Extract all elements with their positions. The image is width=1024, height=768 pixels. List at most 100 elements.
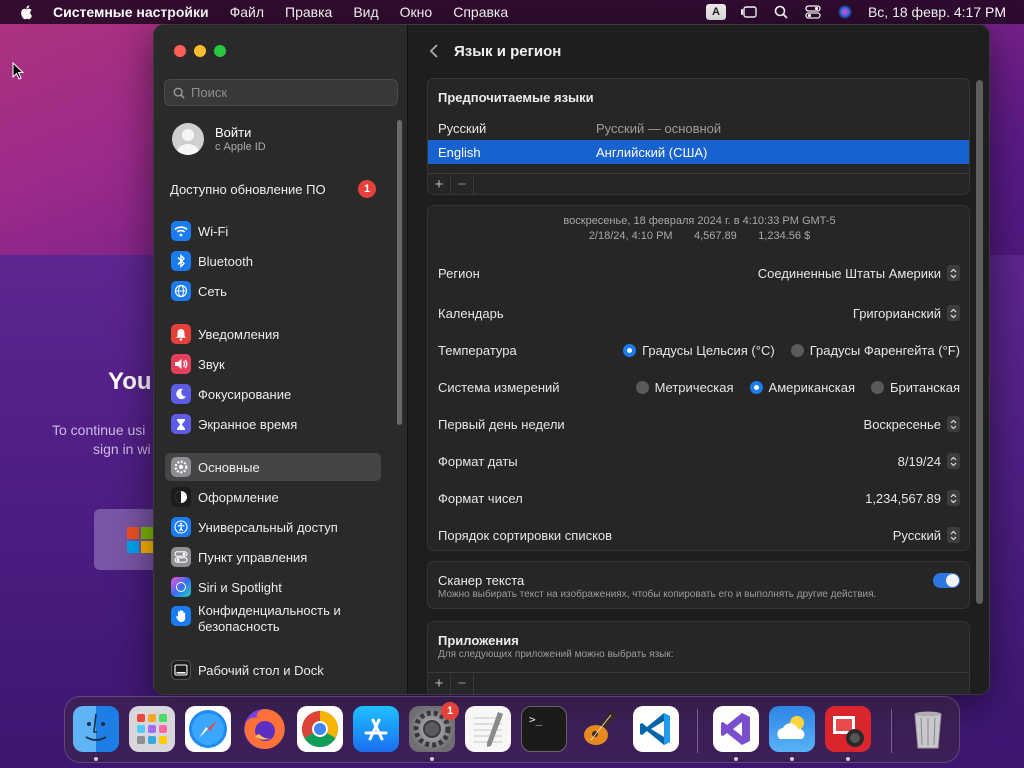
temperature-fahrenheit-radio[interactable]: Градусы Фаренгейта (°F) bbox=[790, 342, 960, 358]
bell-icon bbox=[171, 324, 191, 344]
input-source-indicator[interactable]: A bbox=[705, 4, 726, 20]
list-sort-popup[interactable]: Русский bbox=[893, 527, 960, 543]
measurement-metric-radio[interactable]: Метрическая bbox=[635, 380, 734, 395]
region-popup[interactable]: Соединенные Штаты Америки bbox=[758, 265, 960, 281]
search-icon bbox=[173, 87, 185, 99]
popup-chevron-icon bbox=[947, 527, 960, 543]
terminal-icon[interactable]: >_ bbox=[521, 706, 567, 752]
temperature-celsius-radio[interactable]: Градусы Цельсия (°C) bbox=[623, 343, 775, 358]
menu-app-name[interactable]: Системные настройки bbox=[53, 4, 209, 20]
chrome-icon[interactable] bbox=[297, 706, 343, 752]
sidebar-item-label: Звук bbox=[198, 356, 225, 372]
stage-manager-icon[interactable] bbox=[740, 4, 758, 20]
radio-label: Градусы Фаренгейта (°F) bbox=[809, 342, 960, 358]
sidebar-item-sound[interactable]: Звук bbox=[165, 350, 381, 378]
date-format-row: Формат даты 8/19/24 bbox=[438, 450, 960, 472]
background-subtitle-2: sign in wi bbox=[93, 441, 151, 457]
close-window-button[interactable] bbox=[174, 45, 186, 57]
software-update-row[interactable]: Доступно обновление ПО 1 bbox=[170, 180, 376, 198]
radio-button-icon bbox=[790, 343, 804, 357]
menu-view[interactable]: Вид bbox=[353, 4, 378, 20]
list-sort-label: Порядок сортировки списков bbox=[438, 527, 613, 543]
sidebar-scrollbar[interactable] bbox=[397, 120, 402, 425]
sidebar-item-network[interactable]: Сеть bbox=[165, 277, 381, 305]
measurement-row: Система измерений Метрическая Американск… bbox=[438, 376, 960, 398]
menu-file[interactable]: Файл bbox=[230, 4, 264, 20]
measurement-uk-radio[interactable]: Британская bbox=[871, 380, 960, 395]
format-preview-line-1: воскресенье, 18 февраля 2024 г. в 4:10:3… bbox=[563, 215, 836, 227]
date-format-popup[interactable]: 8/19/24 bbox=[898, 453, 960, 469]
siri-icon[interactable] bbox=[836, 4, 854, 20]
remove-application-button[interactable]: − bbox=[451, 673, 474, 694]
visual-studio-icon[interactable] bbox=[713, 706, 759, 752]
sidebar-item-label-line-2: безопасность bbox=[198, 619, 280, 634]
back-chevron-icon[interactable] bbox=[428, 43, 440, 59]
sidebar-item-screen-time[interactable]: Экранное время bbox=[165, 410, 381, 438]
language-description: Русский — основной bbox=[596, 120, 722, 136]
running-indicator bbox=[734, 757, 738, 761]
launchpad-icon[interactable] bbox=[129, 706, 175, 752]
live-text-description: Можно выбирать текст на изображениях, чт… bbox=[438, 589, 877, 600]
vscode-icon[interactable] bbox=[633, 706, 679, 752]
sidebar-item-wifi[interactable]: Wi-Fi bbox=[165, 217, 381, 245]
sidebar-item-appearance[interactable]: Оформление bbox=[165, 483, 381, 511]
sidebar-item-control-center[interactable]: Пункт управления bbox=[165, 543, 381, 571]
add-language-button[interactable]: + bbox=[428, 174, 451, 194]
live-text-group: Сканер текста Можно выбирать текст на из… bbox=[427, 561, 970, 609]
first-day-popup[interactable]: Воскресенье bbox=[864, 416, 960, 432]
account-title: Войти bbox=[215, 125, 252, 140]
running-indicator bbox=[790, 757, 794, 761]
number-format-popup[interactable]: 1,234,567.89 bbox=[865, 490, 960, 506]
first-day-label: Первый день недели bbox=[438, 416, 565, 432]
measurement-us-radio[interactable]: Американская bbox=[749, 380, 855, 395]
search-input[interactable] bbox=[191, 85, 391, 100]
sidebar-item-siri-spotlight[interactable]: Siri и Spotlight bbox=[165, 573, 381, 601]
firefox-icon[interactable] bbox=[241, 706, 287, 752]
sidebar-item-accessibility[interactable]: Универсальный доступ bbox=[165, 513, 381, 541]
search-icon[interactable] bbox=[772, 4, 790, 20]
language-name: English bbox=[438, 144, 481, 160]
remove-language-button[interactable]: − bbox=[451, 174, 474, 194]
sidebar-item-bluetooth[interactable]: Bluetooth bbox=[165, 247, 381, 275]
garageband-icon[interactable] bbox=[577, 706, 623, 752]
mouse-cursor-icon bbox=[12, 62, 24, 80]
calendar-popup[interactable]: Григорианский bbox=[853, 305, 960, 321]
app-store-icon[interactable] bbox=[353, 706, 399, 752]
running-indicator bbox=[94, 757, 98, 761]
sidebar-item-desktop-dock[interactable]: Рабочий стол и Dock bbox=[165, 656, 381, 684]
menu-bar: Системные настройки Файл Правка Вид Окно… bbox=[0, 0, 1024, 24]
apple-id-sign-in[interactable]: Войти с Apple ID bbox=[172, 123, 266, 155]
finder-icon[interactable] bbox=[73, 706, 119, 752]
live-text-toggle[interactable] bbox=[933, 573, 960, 588]
language-row-english[interactable]: English Английский (США) bbox=[428, 140, 969, 164]
pane-header: Язык и регион bbox=[408, 25, 989, 77]
list-sort-value: Русский bbox=[892, 527, 941, 543]
trash-icon[interactable] bbox=[905, 706, 951, 752]
sidebar-item-focus[interactable]: Фокусирование bbox=[165, 380, 381, 408]
menu-help[interactable]: Справка bbox=[453, 4, 508, 20]
sidebar-item-general[interactable]: Основные bbox=[165, 453, 381, 481]
date-format-value: 8/19/24 bbox=[897, 453, 941, 469]
language-row-russian[interactable]: Русский Русский — основной bbox=[428, 116, 969, 140]
minimize-window-button[interactable] bbox=[194, 45, 206, 57]
menu-window[interactable]: Окно bbox=[400, 4, 433, 20]
menu-edit[interactable]: Правка bbox=[285, 4, 332, 20]
popup-chevron-icon bbox=[947, 490, 960, 506]
hourglass-icon bbox=[171, 414, 191, 434]
popup-chevron-icon bbox=[947, 416, 960, 432]
sidebar-item-notifications[interactable]: Уведомления bbox=[165, 320, 381, 348]
weather-icon[interactable] bbox=[769, 706, 815, 752]
control-center-icon[interactable] bbox=[804, 4, 822, 20]
apple-menu-icon[interactable] bbox=[19, 4, 35, 20]
textedit-icon[interactable] bbox=[465, 706, 511, 752]
menu-clock[interactable]: Вс, 18 февр. 4:17 PM bbox=[868, 4, 1006, 20]
sidebar-item-label: Универсальный доступ bbox=[198, 519, 338, 535]
photo-booth-icon[interactable] bbox=[825, 706, 871, 752]
add-application-button[interactable]: + bbox=[428, 673, 451, 694]
sidebar-item-label: Фокусирование bbox=[198, 386, 292, 402]
safari-icon[interactable] bbox=[185, 706, 231, 752]
sidebar-item-privacy-security[interactable]: Конфиденциальность и безопасность bbox=[165, 603, 381, 639]
sidebar-search-field[interactable] bbox=[164, 79, 398, 106]
zoom-window-button[interactable] bbox=[214, 45, 226, 57]
main-scrollbar[interactable] bbox=[976, 80, 983, 604]
